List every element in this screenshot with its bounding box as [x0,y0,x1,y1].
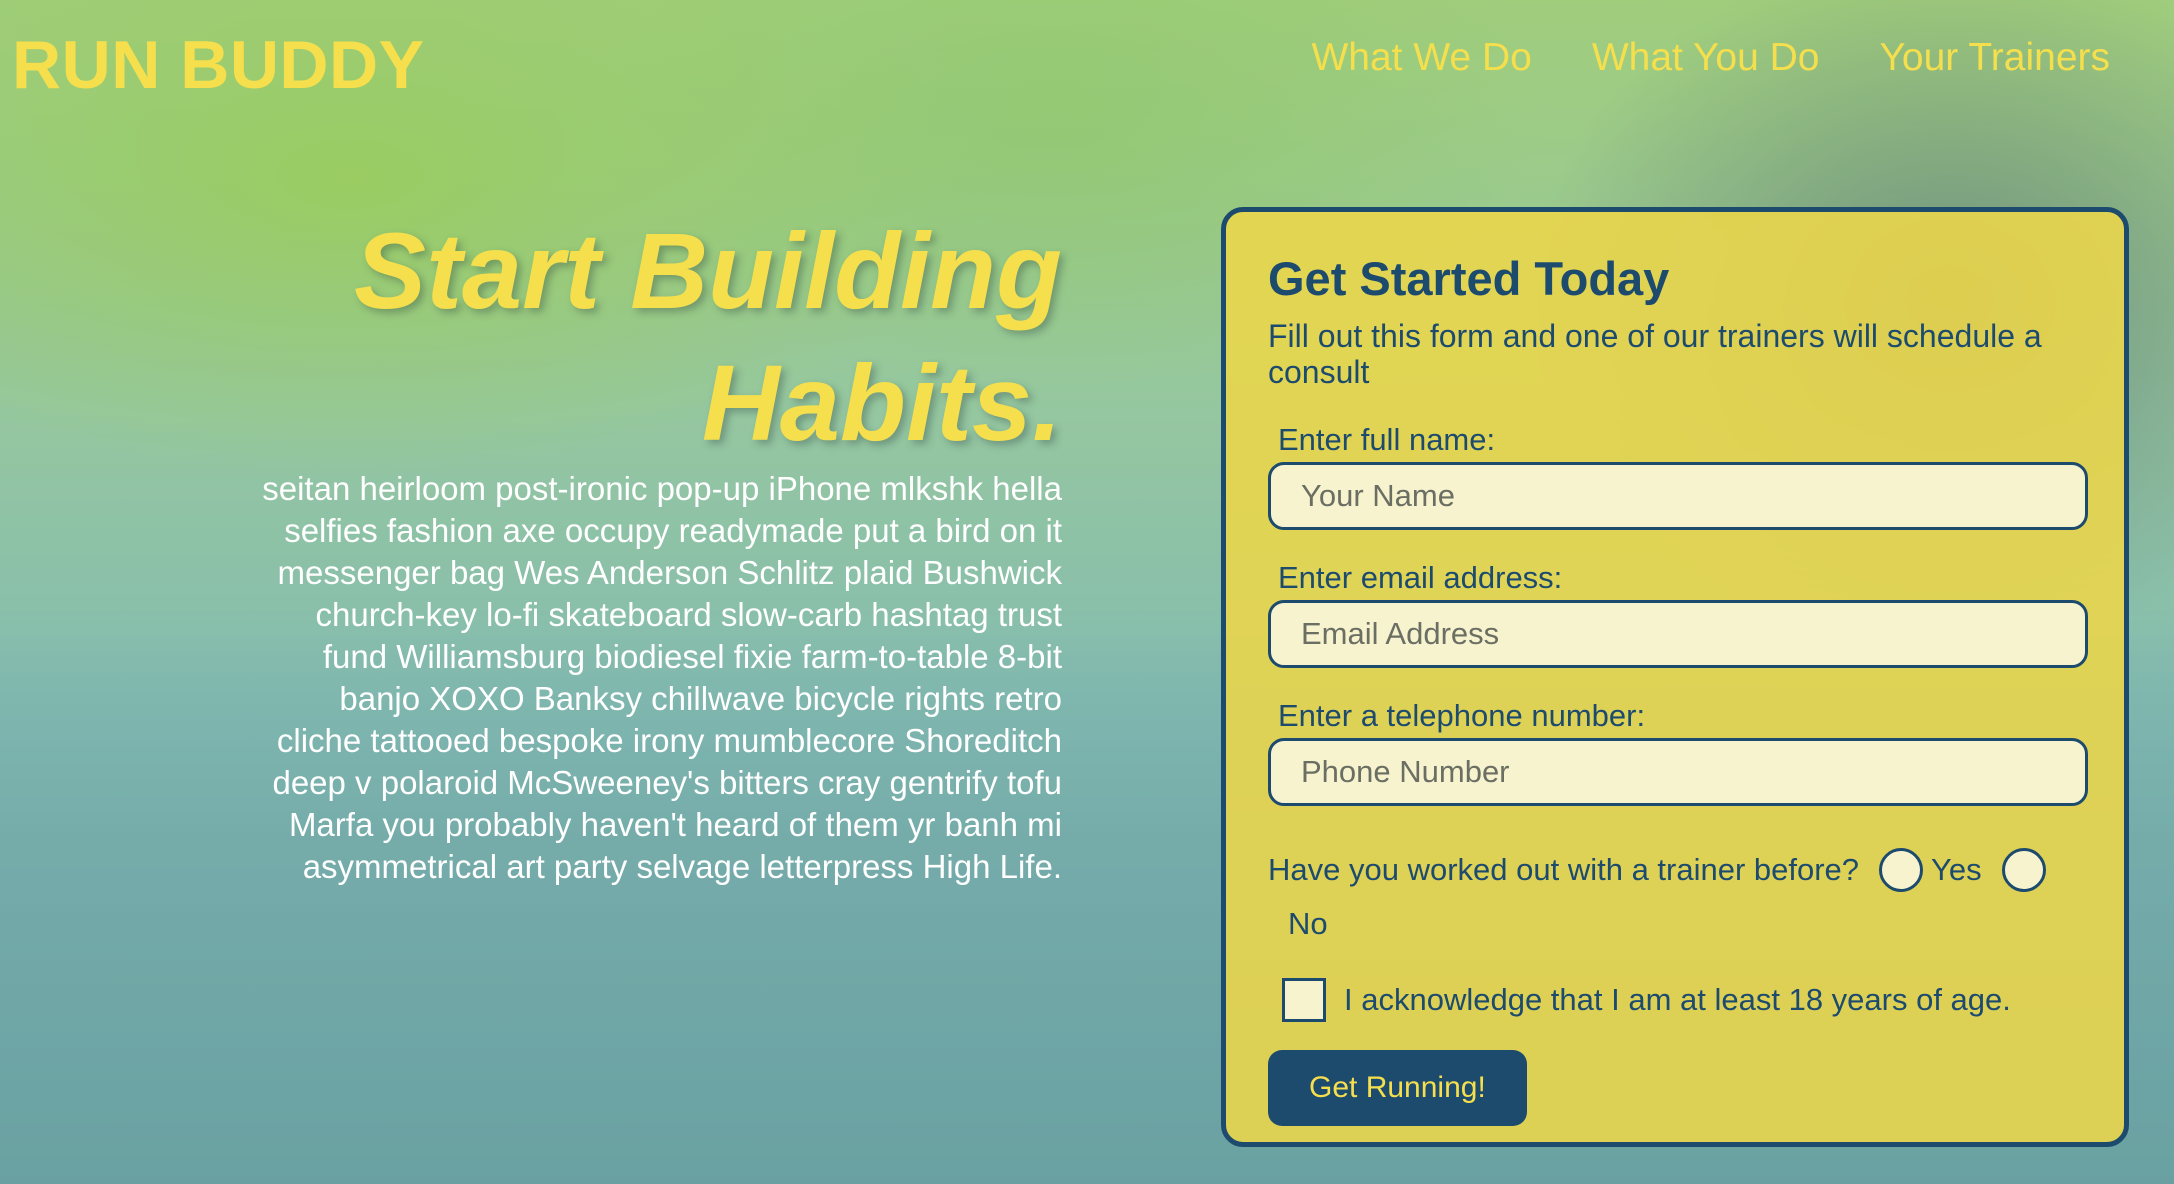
trainer-question-group: Have you worked out with a trainer befor… [1268,842,2084,950]
hero-body-text: seitan heirloom post-ironic pop-up iPhon… [262,470,1062,885]
phone-field-group: Enter a telephone number: [1268,698,2088,806]
email-label: Enter email address: [1278,560,1563,595]
hero-title: Start Building Habits. [354,210,1062,463]
get-running-button[interactable]: Get Running! [1268,1049,1527,1126]
trainer-question-label: Have you worked out with a trainer befor… [1268,851,1860,887]
nav-link-what-we-do[interactable]: What We Do [1311,36,1531,80]
age-acknowledge-checkbox[interactable] [1282,977,1326,1022]
main-nav: What We Do What You Do Your Trainers [1311,36,2110,80]
radio-yes[interactable] [1879,847,1924,892]
email-field-group: Enter email address: [1268,560,2088,668]
phone-input[interactable] [1268,738,2088,806]
age-acknowledge-group: I acknowledge that I am at least 18 year… [1282,977,2084,1022]
signup-form: Get Started Today Fill out this form and… [1221,207,2129,1147]
name-field-group: Enter full name: [1268,422,2088,530]
name-label: Enter full name: [1278,422,1496,457]
age-acknowledge-label: I acknowledge that I am at least 18 year… [1344,981,2011,1017]
email-input[interactable] [1268,600,2088,668]
name-input[interactable] [1268,462,2088,530]
form-title: Get Started Today [1268,252,1670,305]
site-logo[interactable]: RUN BUDDY [12,26,425,104]
radio-yes-label: Yes [1931,851,1982,887]
radio-no[interactable] [2001,847,2046,892]
radio-no-label: No [1288,905,1328,941]
phone-label: Enter a telephone number: [1278,698,1646,733]
nav-link-your-trainers[interactable]: Your Trainers [1879,36,2110,80]
nav-link-what-you-do[interactable]: What You Do [1592,36,1820,80]
form-intro: Fill out this form and one of our traine… [1268,318,2042,390]
